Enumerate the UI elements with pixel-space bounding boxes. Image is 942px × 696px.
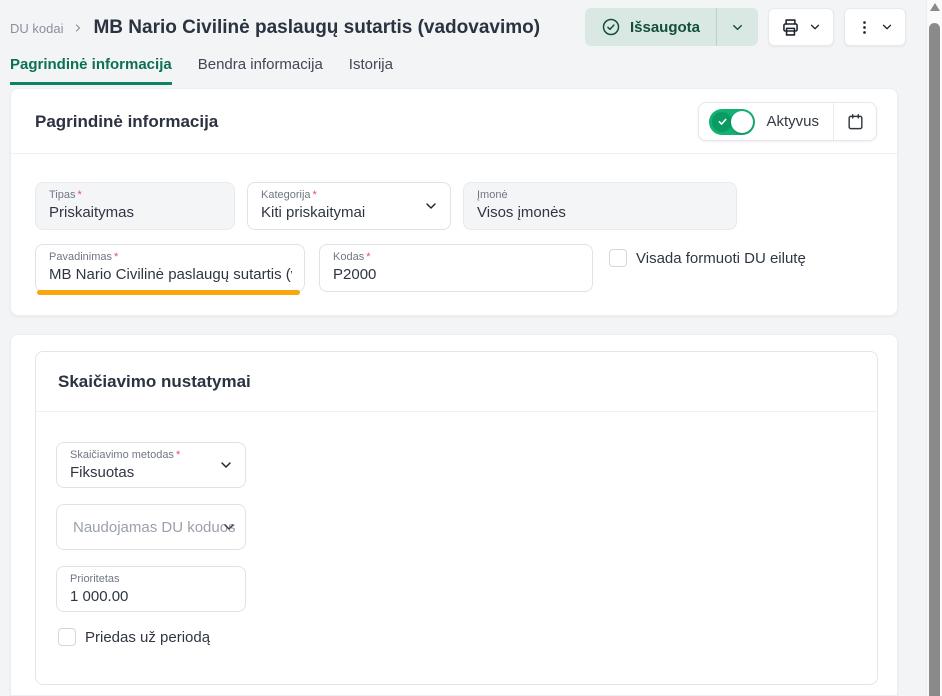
field-placeholder: Naudojamas DU koduose: [73, 519, 235, 536]
field-value: 1 000.00: [70, 588, 233, 605]
required-mark: *: [313, 189, 317, 201]
header-actions: Išsaugota: [585, 8, 906, 46]
tab-pagrindine-informacija[interactable]: Pagrindinė informacija: [10, 56, 172, 85]
field-label: Įmonė: [477, 189, 724, 201]
scrollbar-thumb[interactable]: [929, 23, 940, 696]
kategorija-select[interactable]: Kategorija* Kiti priskaitymai: [247, 182, 451, 230]
calculation-panel-header: Skaičiavimo nustatymai: [36, 352, 877, 412]
calculation-card: Skaičiavimo nustatymai Skaičiavimo metod…: [10, 334, 898, 696]
du-kodai-select[interactable]: Naudojamas DU koduose: [56, 504, 246, 550]
card-title: Pagrindinė informacija: [35, 112, 218, 132]
calculation-panel: Skaičiavimo nustatymai Skaičiavimo metod…: [35, 351, 878, 685]
breadcrumb[interactable]: DU kodai: [10, 21, 63, 36]
field-label: Tipas: [49, 189, 76, 201]
field-value: P2000: [333, 266, 580, 283]
pavadinimas-input[interactable]: Pavadinimas* MB Nario Civilinė paslaugų …: [35, 244, 305, 292]
pavadinimas-field-wrap: Pavadinimas* MB Nario Civilinė paslaugų …: [35, 244, 305, 292]
printer-icon: [780, 17, 801, 38]
skaiciavimo-metodas-select[interactable]: Skaičiavimo metodas* Fiksuotas: [56, 442, 246, 488]
print-button[interactable]: [768, 8, 834, 46]
field-label: Prioritetas: [70, 573, 233, 585]
chevron-down-icon: [423, 198, 439, 214]
kodas-input[interactable]: Kodas* P2000: [319, 244, 593, 292]
kebab-menu-icon: [856, 19, 873, 36]
calendar-button[interactable]: [834, 112, 876, 131]
active-toggle-label: Aktyvus: [766, 113, 819, 130]
field-value: MB Nario Civilinė paslaugų sutartis (vad…: [49, 266, 292, 283]
panel-title: Skaičiavimo nustatymai: [58, 372, 251, 392]
checkbox[interactable]: [609, 249, 627, 267]
saved-dropdown-button[interactable]: [716, 8, 758, 46]
saved-button[interactable]: Išsaugota: [585, 8, 716, 46]
required-mark: *: [78, 189, 82, 201]
field-value: Kiti priskaitymai: [261, 204, 438, 221]
checkbox-label: Visada formuoti DU eilutę: [636, 250, 806, 267]
chevron-down-icon: [808, 20, 822, 34]
active-toggle-group: Aktyvus: [698, 102, 877, 141]
tab-istorija[interactable]: Istorija: [349, 56, 393, 85]
required-mark: *: [366, 251, 370, 263]
imone-field: Įmonė Visos įmonės: [463, 182, 737, 230]
tab-bar: Pagrindinė informacija Bendra informacij…: [10, 56, 393, 85]
visada-formuoti-checkbox-row[interactable]: Visada formuoti DU eilutę: [609, 249, 806, 267]
chevron-down-icon: [221, 519, 237, 535]
toggle-knob: [731, 111, 753, 133]
field-label: Kategorija: [261, 189, 311, 201]
required-mark: *: [176, 449, 180, 461]
chevron-down-icon: [730, 20, 745, 35]
required-mark: *: [114, 251, 118, 263]
main-info-card: Pagrindinė informacija Aktyvus Tipas* Pr…: [10, 88, 898, 316]
tab-bendra-informacija[interactable]: Bendra informacija: [198, 56, 323, 85]
priedas-uz-perioda-checkbox-row[interactable]: Priedas už periodą: [58, 628, 210, 646]
field-label: Skaičiavimo metodas: [70, 449, 174, 461]
field-value: Visos įmonės: [477, 204, 724, 221]
calendar-icon: [846, 112, 865, 131]
field-value: Priskaitymas: [49, 204, 222, 221]
page-title: MB Nario Civilinė paslaugų sutartis (vad…: [93, 17, 540, 39]
prioritetas-input[interactable]: Prioritetas 1 000.00: [56, 566, 246, 612]
modified-indicator-bar: [37, 290, 300, 295]
saved-button-label: Išsaugota: [630, 19, 700, 36]
check-icon: [712, 112, 732, 132]
check-circle-icon: [601, 17, 621, 37]
checkbox[interactable]: [58, 628, 76, 646]
chevron-right-icon: [72, 22, 84, 34]
main-info-card-header: Pagrindinė informacija Aktyvus: [11, 89, 897, 154]
chevron-down-icon: [218, 457, 234, 473]
scrollbar-up-arrow[interactable]: [930, 3, 940, 11]
saved-split-button: Išsaugota: [585, 8, 758, 46]
chevron-down-icon: [880, 20, 894, 34]
more-actions-button[interactable]: [844, 8, 906, 46]
checkbox-label: Priedas už periodą: [85, 629, 210, 646]
tipas-field: Tipas* Priskaitymas: [35, 182, 235, 230]
field-label: Kodas: [333, 251, 364, 263]
vertical-scrollbar[interactable]: [926, 0, 942, 696]
active-toggle[interactable]: [709, 109, 755, 135]
field-label: Pavadinimas: [49, 251, 112, 263]
field-value: Fiksuotas: [70, 464, 233, 481]
